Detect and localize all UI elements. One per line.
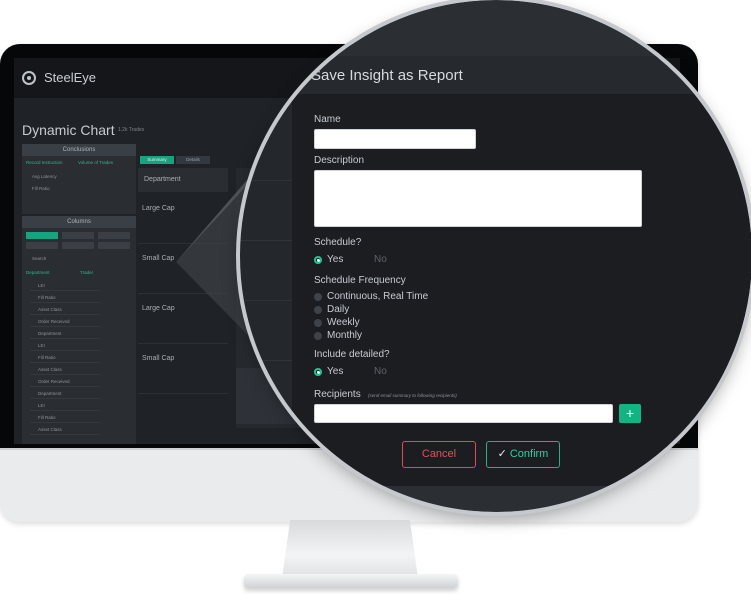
conclusion-tag[interactable]: Record Instruction — [26, 160, 63, 165]
table-row — [240, 120, 292, 181]
list-item[interactable]: Fill Ratio — [32, 186, 50, 191]
frequency-weekly-radio[interactable] — [314, 319, 322, 327]
conclusions-header: Conclusions — [22, 144, 136, 156]
filter-chip[interactable] — [62, 242, 94, 249]
filter-chip[interactable] — [26, 242, 58, 249]
frequency-continuous-label[interactable]: Continuous, Real Time — [327, 291, 428, 302]
list-item[interactable]: Order Received — [30, 316, 100, 327]
lens-background-app — [240, 0, 292, 512]
table-row[interactable]: Large Cap — [138, 294, 228, 344]
table-row[interactable]: Small Cap — [138, 344, 228, 394]
column-header-department: Department — [138, 168, 228, 192]
recipients-label: Recipients — [314, 389, 361, 400]
radio-selected-dot — [316, 258, 320, 262]
cancel-button[interactable]: Cancel — [402, 441, 476, 468]
save-report-modal — [292, 94, 751, 486]
list-item[interactable]: Asset Class — [30, 304, 100, 315]
list-item[interactable]: Avg Latency — [32, 174, 57, 179]
monitor-stand-foot — [244, 574, 458, 588]
list-item[interactable]: Fill Ratio — [30, 292, 100, 303]
add-recipient-button[interactable]: + — [619, 404, 641, 423]
list-item[interactable]: Department — [30, 388, 100, 399]
plus-icon: + — [625, 405, 635, 421]
page-title: Dynamic Chart — [22, 122, 115, 138]
list-item[interactable]: Asset Class — [30, 364, 100, 375]
tab-summary[interactable]: Summary — [140, 156, 174, 164]
tab-details[interactable]: Details — [176, 156, 210, 164]
frequency-monthly-label[interactable]: Monthly — [327, 330, 362, 341]
frequency-label: Schedule Frequency — [314, 275, 406, 286]
list-item[interactable]: Fill Ratio — [30, 412, 100, 423]
conclusions-panel: Conclusions Record Instruction Volume of… — [22, 144, 136, 214]
columns-header: Columns — [22, 216, 136, 228]
filter-chip[interactable] — [26, 232, 58, 239]
frequency-monthly-radio[interactable] — [314, 332, 322, 340]
filter-chip[interactable] — [98, 242, 130, 249]
frequency-daily-label[interactable]: Daily — [327, 304, 349, 315]
conclusion-tag[interactable]: Volume of Trades — [78, 160, 113, 165]
name-label: Name — [314, 114, 341, 125]
table-row — [240, 180, 292, 241]
filter-chip[interactable] — [62, 232, 94, 239]
filter-chip[interactable] — [98, 232, 130, 239]
detailed-yes-radio[interactable] — [314, 368, 322, 376]
list-item[interactable]: Fill Ratio — [30, 352, 100, 363]
check-icon: ✓ — [497, 448, 507, 460]
description-label: Description — [314, 155, 365, 166]
confirm-button[interactable]: ✓ Confirm — [486, 441, 560, 468]
magnifier-lens: Save Insight as Report Name Description … — [240, 0, 751, 512]
columns-panel: Columns Search Department Trader LEI Fil… — [22, 216, 136, 444]
detailed-yes-label[interactable]: Yes — [327, 366, 343, 377]
schedule-no-label[interactable]: No — [374, 254, 387, 265]
detailed-label: Include detailed? — [314, 349, 390, 360]
schedule-label: Schedule? — [314, 237, 362, 248]
app-name: SteelEye — [44, 70, 97, 85]
name-input[interactable] — [314, 129, 476, 149]
monitor-stand-neck — [282, 520, 418, 578]
table-row[interactable]: Large Cap — [138, 194, 228, 244]
confirm-button-label: Confirm — [509, 448, 549, 460]
schedule-yes-radio[interactable] — [314, 256, 322, 264]
steeleye-logo-icon — [22, 71, 36, 85]
frequency-continuous-radio[interactable] — [314, 293, 322, 301]
column-tag[interactable]: Trader — [80, 270, 93, 275]
frequency-weekly-label[interactable]: Weekly — [327, 317, 360, 328]
list-item[interactable]: Order Received — [30, 376, 100, 387]
page-subtitle: 1.2k Trades — [118, 127, 145, 133]
list-item[interactable]: Asset Class — [30, 424, 100, 435]
schedule-yes-label[interactable]: Yes — [327, 254, 343, 265]
modal-title: Save Insight as Report — [311, 67, 463, 84]
list-item[interactable]: Department — [30, 328, 100, 339]
frequency-daily-radio[interactable] — [314, 306, 322, 314]
table-row[interactable]: Small Cap — [138, 244, 228, 294]
column-tag[interactable]: Department — [26, 270, 50, 275]
recipients-input[interactable] — [314, 404, 613, 423]
radio-selected-dot — [316, 370, 320, 374]
detailed-no-label[interactable]: No — [374, 366, 387, 377]
table-row — [240, 240, 292, 301]
list-item[interactable]: LEI — [30, 340, 100, 351]
recipients-hint: (send email summary to following recipie… — [368, 393, 457, 398]
table-row — [240, 300, 292, 361]
search-input[interactable]: Search — [32, 256, 46, 261]
list-item[interactable]: LEI — [30, 280, 100, 291]
description-textarea[interactable] — [314, 170, 642, 227]
list-item[interactable]: LEI — [30, 400, 100, 411]
